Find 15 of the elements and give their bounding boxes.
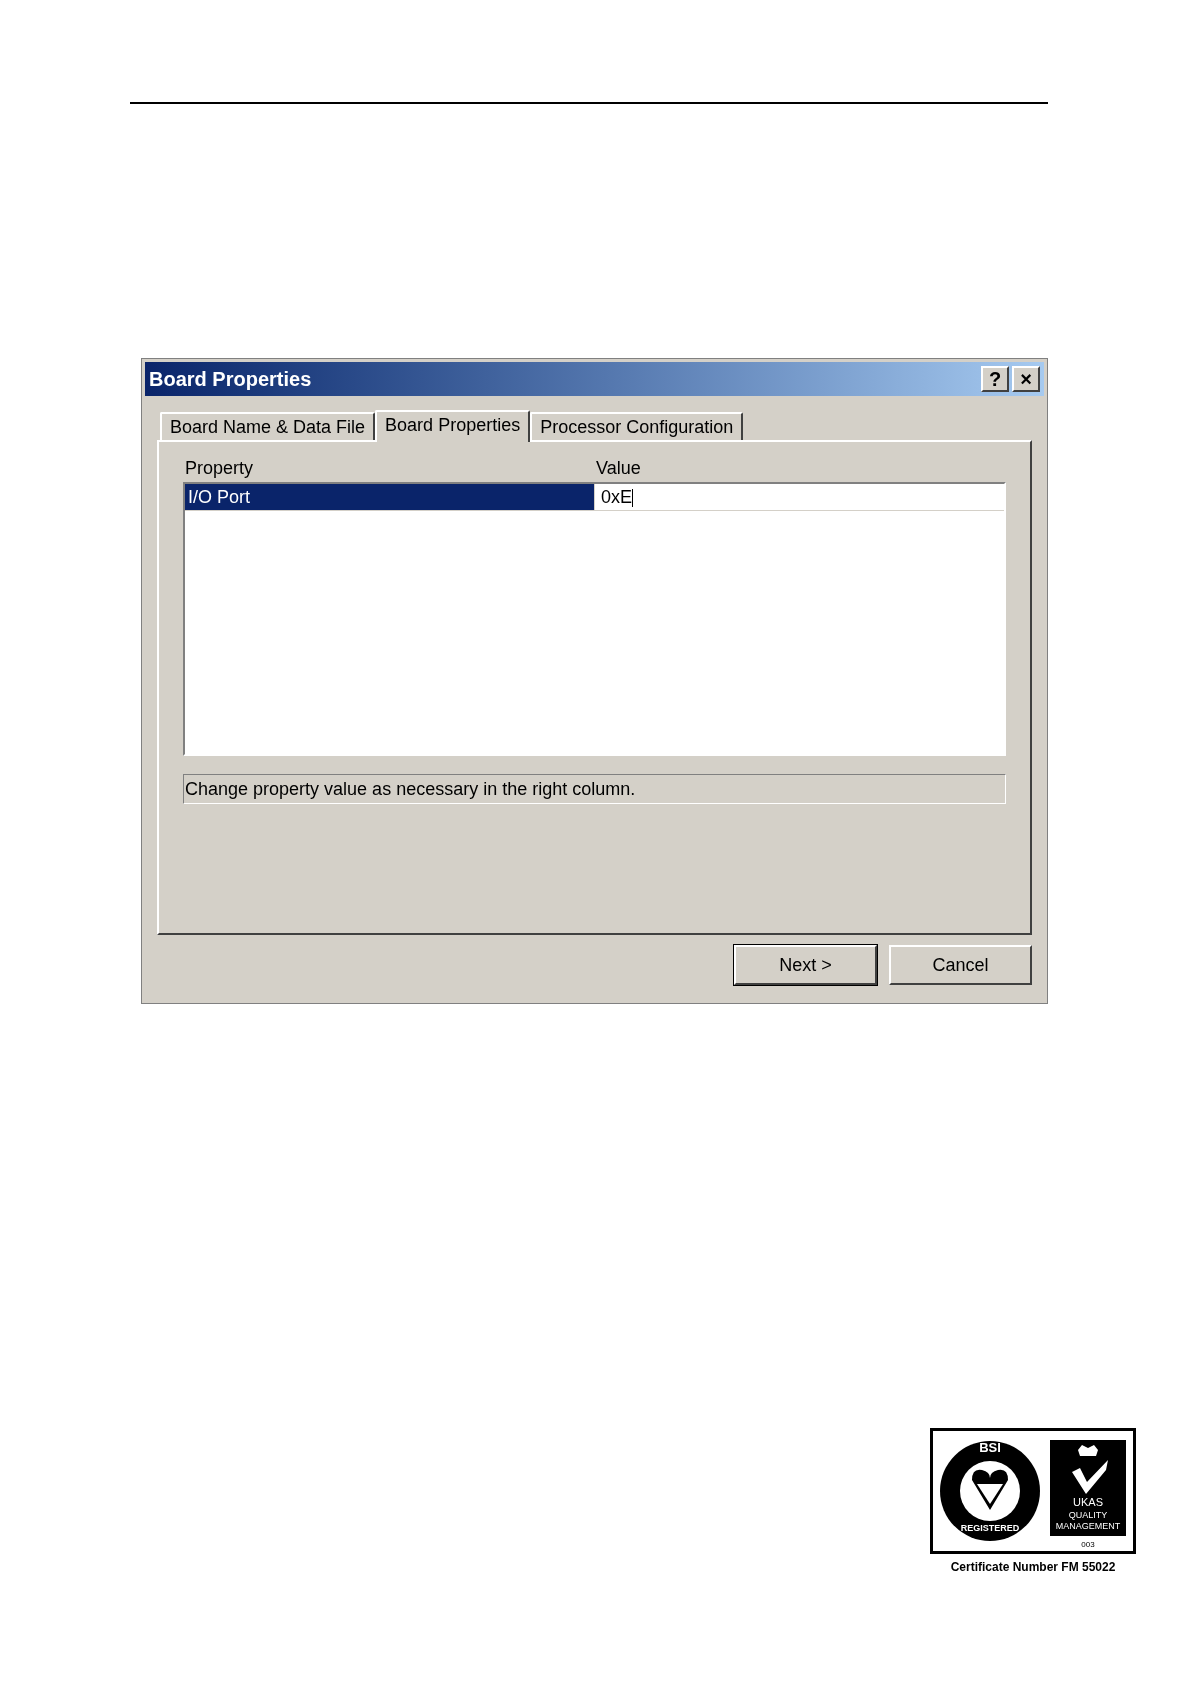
value-input[interactable]: 0xE <box>594 484 1004 510</box>
tab[interactable]: Board Name & Data File <box>160 412 376 440</box>
column-header: Property <box>184 456 255 480</box>
tab[interactable]: Board Properties <box>375 410 531 442</box>
close-button[interactable]: × <box>1012 366 1040 392</box>
next-button[interactable]: Next > <box>734 945 877 985</box>
tab[interactable]: Processor Configuration <box>530 412 744 440</box>
column-header: Value <box>596 456 641 480</box>
help-button[interactable]: ? <box>981 366 1009 392</box>
certification-logo-drawing: BSI REGISTERED UKAS QUALITY MANAGEMENT 003 <box>930 1428 1136 1554</box>
certificate-caption: Certificate Number FM 55022 <box>950 1559 1116 1576</box>
cancel-button[interactable]: Cancel <box>889 945 1032 985</box>
status-text: Change property value as necessary in the right column. <box>183 774 1006 804</box>
property-cell[interactable]: I/O Port <box>185 484 594 510</box>
window-title: Board Properties <box>149 367 312 392</box>
